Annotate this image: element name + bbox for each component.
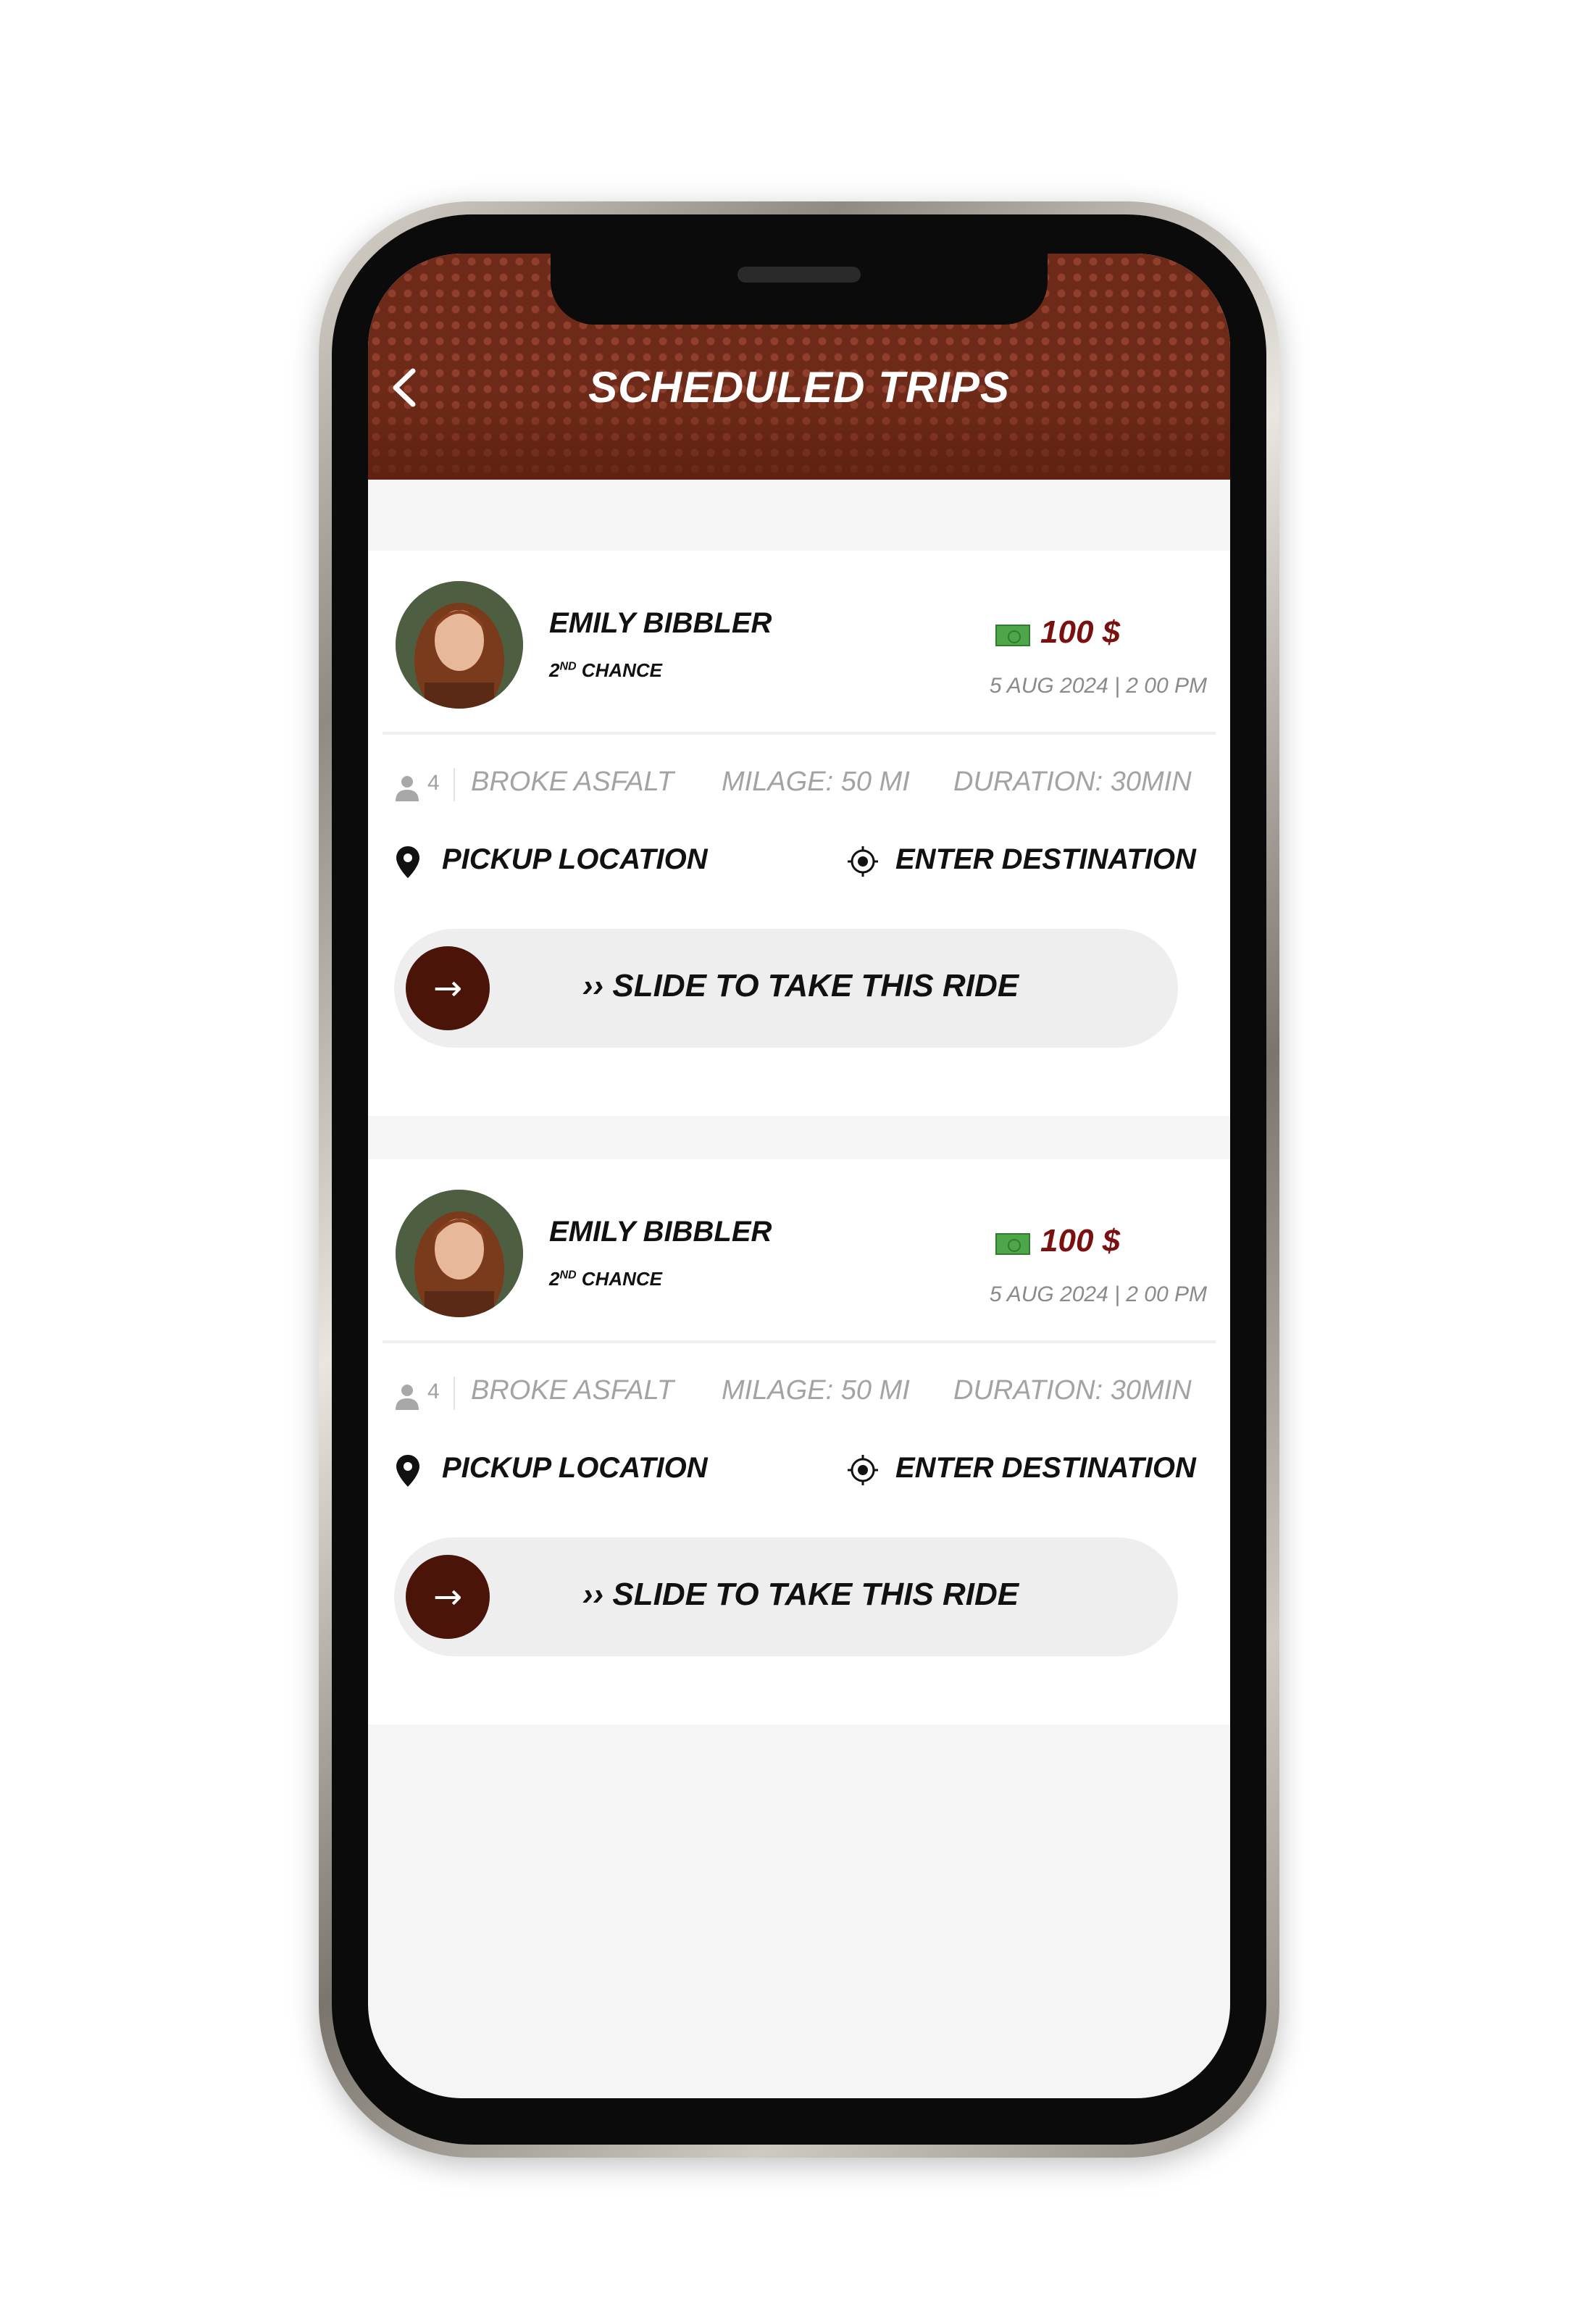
driver-tag-ordinal: ND	[559, 1269, 577, 1282]
fare-amount: 100 $	[1040, 1223, 1121, 1259]
trip-datetime: 5 AUG 2024 | 2 00 PM	[989, 674, 1207, 698]
pickup-location[interactable]: PICKUP LOCATION	[442, 843, 708, 876]
card-divider	[383, 1340, 1216, 1343]
cash-icon	[995, 1233, 1030, 1255]
driver-tag-text: CHANCE	[576, 1268, 663, 1290]
driver-photo	[396, 581, 523, 709]
enter-destination[interactable]: ENTER DESTINATION	[895, 1452, 1196, 1485]
slide-to-take-ride[interactable]: → ›› SLIDE TO TAKE THIS RIDE	[394, 1537, 1178, 1656]
stat-separator	[454, 768, 455, 801]
driver-tag: 2ND CHANCE	[549, 1268, 662, 1290]
phone-screen: SCHEDULED TRIPS EMILY BIBBLER 2ND CHANCE…	[368, 254, 1230, 2098]
driver-name: EMILY BIBBLER	[549, 607, 772, 639]
passenger-count: 4	[427, 1380, 440, 1403]
driver-photo	[396, 1190, 523, 1317]
trip-card[interactable]: EMILY BIBBLER 2ND CHANCE 100 $ 5 AUG 202…	[368, 551, 1230, 1116]
trip-milage: MILAGE: 50 MI	[722, 767, 910, 797]
phone-notch	[551, 254, 1048, 325]
driver-name: EMILY BIBBLER	[549, 1216, 772, 1248]
slide-label: ›› SLIDE TO TAKE THIS RIDE	[582, 1577, 1019, 1612]
driver-tag-number: 2	[549, 659, 560, 681]
trip-milage: MILAGE: 50 MI	[722, 1375, 910, 1406]
driver-tag: 2ND CHANCE	[549, 659, 662, 682]
vehicle-name: BROKE ASFALT	[471, 767, 674, 797]
passenger-icon	[396, 776, 419, 801]
slide-to-take-ride[interactable]: → ›› SLIDE TO TAKE THIS RIDE	[394, 929, 1178, 1048]
vehicle-name: BROKE ASFALT	[471, 1375, 674, 1406]
fare-amount: 100 $	[1040, 614, 1121, 650]
target-icon	[848, 1455, 878, 1485]
trip-datetime: 5 AUG 2024 | 2 00 PM	[989, 1282, 1207, 1306]
card-divider	[383, 732, 1216, 735]
enter-destination[interactable]: ENTER DESTINATION	[895, 843, 1196, 876]
avatar	[396, 1190, 523, 1317]
passenger-count: 4	[427, 771, 440, 795]
location-pin-icon	[396, 1455, 419, 1487]
trip-duration: DURATION: 30MIN	[953, 1375, 1192, 1406]
stat-separator	[454, 1377, 455, 1410]
target-icon	[848, 846, 878, 877]
trip-duration: DURATION: 30MIN	[953, 767, 1192, 797]
driver-tag-ordinal: ND	[559, 660, 577, 673]
slide-label: ›› SLIDE TO TAKE THIS RIDE	[582, 968, 1019, 1003]
driver-tag-number: 2	[549, 1268, 560, 1290]
trip-card[interactable]: EMILY BIBBLER 2ND CHANCE 100 $ 5 AUG 202…	[368, 1159, 1230, 1724]
pickup-location[interactable]: PICKUP LOCATION	[442, 1452, 708, 1485]
driver-tag-text: CHANCE	[576, 659, 663, 681]
location-pin-icon	[396, 846, 419, 878]
speaker-grille	[738, 267, 861, 283]
cash-icon	[995, 625, 1030, 646]
avatar	[396, 581, 523, 709]
page-title: SCHEDULED TRIPS	[588, 363, 1010, 412]
passenger-icon	[396, 1385, 419, 1410]
